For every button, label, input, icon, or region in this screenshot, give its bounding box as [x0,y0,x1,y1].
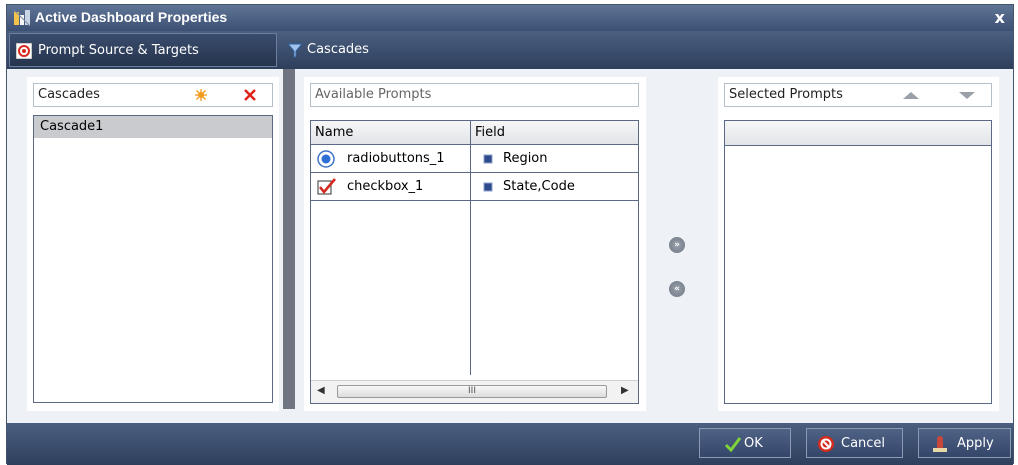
tab-bar: Prompt Source & Targets Cascades [7,31,1013,69]
row-name: checkbox_1 [347,179,424,194]
dashboard-properties-icon [13,9,31,27]
column-header-field[interactable]: Field [470,121,638,145]
cancel-button[interactable]: Cancel [806,428,903,458]
panel-divider[interactable] [283,69,295,409]
move-down-icon[interactable] [959,92,975,99]
row-field: Region [503,151,548,166]
selected-prompts-header: Selected Prompts [724,83,992,107]
add-to-selected-icon[interactable]: » [669,237,685,253]
tab-label: Cascades [307,42,369,57]
ok-button[interactable]: OK [699,428,791,458]
delete-cascade-icon[interactable] [244,89,256,101]
cascades-list: Cascade1 [33,115,273,403]
cascades-header: Cascades [33,83,273,107]
field-icon [483,154,493,164]
row-field: State,Code [503,179,575,194]
apply-button[interactable]: Apply [918,428,1011,458]
new-cascade-icon[interactable] [195,89,207,101]
active-dashboard-properties-dialog: Active Dashboard Properties x Prompt Sou… [6,4,1014,465]
scroll-grip: III [468,386,476,396]
tab-cascades[interactable]: Cascades [283,33,483,67]
target-icon [16,43,32,59]
table-row[interactable]: checkbox_1 State,Code [311,173,638,201]
scrollbar-thumb[interactable]: III [337,385,607,398]
close-icon[interactable]: x [995,8,1005,27]
list-item[interactable]: Cascade1 [34,116,272,138]
ok-label: OK [744,436,763,451]
scroll-right-icon[interactable]: ▶ [621,385,629,396]
column-header-name[interactable]: Name [311,121,470,145]
checkbox-icon [317,178,336,195]
horizontal-scrollbar[interactable]: ◀ III ▶ [311,380,638,403]
move-up-icon[interactable] [903,92,919,99]
table-row[interactable]: radiobuttons_1 Region [311,145,638,173]
field-icon [483,182,493,192]
radio-button-icon [317,150,335,168]
apply-label: Apply [957,436,994,451]
column-header-name-label: Name [315,125,354,140]
window-title: Active Dashboard Properties [35,9,228,25]
column-header-field-label: Field [475,125,506,140]
selected-prompts-label: Selected Prompts [729,87,843,102]
tab-prompt-source-targets[interactable]: Prompt Source & Targets [9,33,277,67]
check-icon [724,437,742,453]
dialog-footer: OK Cancel Apply [7,423,1013,465]
available-prompts-grid: Name Field radiobuttons_1 Region checkbo… [310,120,639,404]
remove-from-selected-icon[interactable]: « [669,281,685,297]
title-bar: Active Dashboard Properties x [7,5,1013,31]
cancel-label: Cancel [841,436,886,451]
available-prompts-label: Available Prompts [315,87,432,102]
cancel-icon [818,436,834,452]
cascade-funnel-icon [287,43,303,58]
available-prompts-header: Available Prompts [310,83,639,107]
scroll-left-icon[interactable]: ◀ [317,385,325,396]
tab-label: Prompt Source & Targets [38,43,199,58]
apply-stamp-icon [933,436,947,452]
selected-prompts-list [724,120,992,404]
row-name: radiobuttons_1 [347,151,445,166]
selected-prompts-column-header [725,121,991,146]
cascades-header-label: Cascades [38,87,100,102]
